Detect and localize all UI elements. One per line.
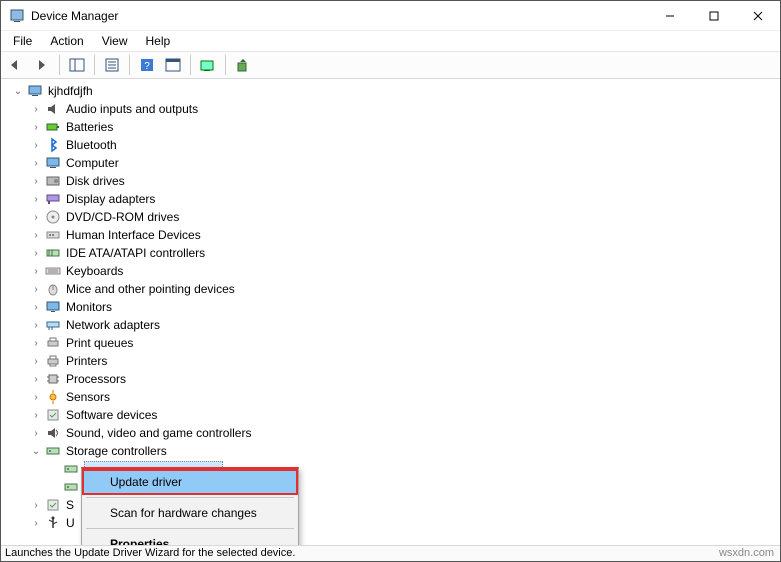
category-icon: [45, 317, 61, 333]
computer-icon: [27, 83, 43, 99]
close-button[interactable]: [736, 1, 780, 30]
tree-category[interactable]: ›Computer: [6, 154, 775, 172]
category-icon: [45, 173, 61, 189]
category-icon: [45, 371, 61, 387]
category-icon: [45, 335, 61, 351]
forward-button[interactable]: [31, 54, 53, 76]
tree-category[interactable]: ›Audio inputs and outputs: [6, 100, 775, 118]
tree-root[interactable]: ⌄kjhdfdjfh: [6, 82, 775, 100]
tree-category-label: Keyboards: [66, 264, 123, 278]
category-icon: [45, 407, 61, 423]
tree-category-label: Storage controllers: [66, 444, 167, 458]
maximize-button[interactable]: [692, 1, 736, 30]
tree-category-label: Software devices: [66, 408, 157, 422]
tree-category[interactable]: ›Mice and other pointing devices: [6, 280, 775, 298]
tree-category-label: Sensors: [66, 390, 110, 404]
tree-category[interactable]: ›Print queues: [6, 334, 775, 352]
usb-icon: [45, 515, 61, 531]
tree-category-label: Bluetooth: [66, 138, 117, 152]
tree-category[interactable]: ›Display adapters: [6, 190, 775, 208]
window-title: Device Manager: [31, 9, 648, 23]
back-button[interactable]: [5, 54, 27, 76]
tree-category[interactable]: ›Monitors: [6, 298, 775, 316]
menu-help[interactable]: Help: [138, 32, 179, 50]
tree-category-label: Monitors: [66, 300, 112, 314]
tree-category[interactable]: ›Processors: [6, 370, 775, 388]
tree-category-label: Human Interface Devices: [66, 228, 201, 242]
update-driver-button[interactable]: [197, 54, 219, 76]
menu-bar: File Action View Help: [1, 31, 780, 51]
category-icon: [45, 281, 61, 297]
tree-root-label: kjhdfdjfh: [48, 84, 93, 98]
tree-category-label: Print queues: [66, 336, 133, 350]
tree-category[interactable]: ›Bluetooth: [6, 136, 775, 154]
tree-category[interactable]: ›IDE ATA/ATAPI controllers: [6, 244, 775, 262]
tree-category-label: Display adapters: [66, 192, 155, 206]
toolbar: ?: [1, 51, 780, 79]
tree-category-label: Sound, video and game controllers: [66, 426, 251, 440]
category-icon: [45, 497, 61, 513]
tree-category-label: Computer: [66, 156, 119, 170]
device-icon: [63, 479, 79, 495]
tree-category[interactable]: ›Batteries: [6, 118, 775, 136]
category-icon: [45, 425, 61, 441]
tree-category-label: Processors: [66, 372, 126, 386]
device-manager-window: Device Manager File Action View Help ? ⌄…: [0, 0, 781, 562]
tree-category-label: Network adapters: [66, 318, 160, 332]
tree-category[interactable]: ›DVD/CD-ROM drives: [6, 208, 775, 226]
help-button[interactable]: ?: [136, 54, 158, 76]
category-icon: [45, 389, 61, 405]
properties-button[interactable]: [101, 54, 123, 76]
tree-category-label: Batteries: [66, 120, 113, 134]
category-icon: [45, 299, 61, 315]
tree-category[interactable]: ›Keyboards: [6, 262, 775, 280]
tree-category[interactable]: ›Sound, video and game controllers: [6, 424, 775, 442]
tree-category-label: Printers: [66, 354, 107, 368]
tree-category-label: S: [66, 498, 74, 512]
tree-category[interactable]: ›Human Interface Devices: [6, 226, 775, 244]
category-icon: [45, 137, 61, 153]
status-bar: Launches the Update Driver Wizard for th…: [1, 545, 780, 561]
tree-category-label: Audio inputs and outputs: [66, 102, 198, 116]
category-icon: [45, 191, 61, 207]
tree-category[interactable]: ›Software devices: [6, 406, 775, 424]
title-bar: Device Manager: [1, 1, 780, 31]
watermark: wsxdn.com: [719, 547, 774, 559]
menu-file[interactable]: File: [5, 32, 40, 50]
menu-action[interactable]: Action: [42, 32, 91, 50]
category-icon: [45, 101, 61, 117]
minimize-button[interactable]: [648, 1, 692, 30]
ctx-scan-hardware[interactable]: Scan for hardware changes: [82, 500, 298, 526]
category-icon: [45, 245, 61, 261]
view-button[interactable]: [162, 54, 184, 76]
show-hide-tree-button[interactable]: [66, 54, 88, 76]
category-icon: [45, 227, 61, 243]
category-icon: [45, 119, 61, 135]
tree-category[interactable]: ›Sensors: [6, 388, 775, 406]
category-icon: [45, 155, 61, 171]
tree-category-label: IDE ATA/ATAPI controllers: [66, 246, 205, 260]
device-icon: [63, 461, 79, 477]
category-icon: [45, 263, 61, 279]
tree-category[interactable]: ›Network adapters: [6, 316, 775, 334]
svg-text:?: ?: [144, 61, 150, 72]
tree-category-label: Disk drives: [66, 174, 125, 188]
category-icon: [45, 209, 61, 225]
category-icon: [45, 353, 61, 369]
scan-hardware-button[interactable]: [232, 54, 254, 76]
tree-category-label: U: [66, 516, 75, 530]
tree-category[interactable]: ›Disk drives: [6, 172, 775, 190]
tree-category[interactable]: ›Printers: [6, 352, 775, 370]
ctx-update-driver[interactable]: Update driver: [82, 469, 298, 495]
tree-category-label: Mice and other pointing devices: [66, 282, 235, 296]
menu-view[interactable]: View: [94, 32, 136, 50]
tree-category-label: DVD/CD-ROM drives: [66, 210, 179, 224]
tree-category[interactable]: ⌄Storage controllers: [6, 442, 775, 460]
app-icon: [9, 8, 25, 24]
category-icon: [45, 443, 61, 459]
